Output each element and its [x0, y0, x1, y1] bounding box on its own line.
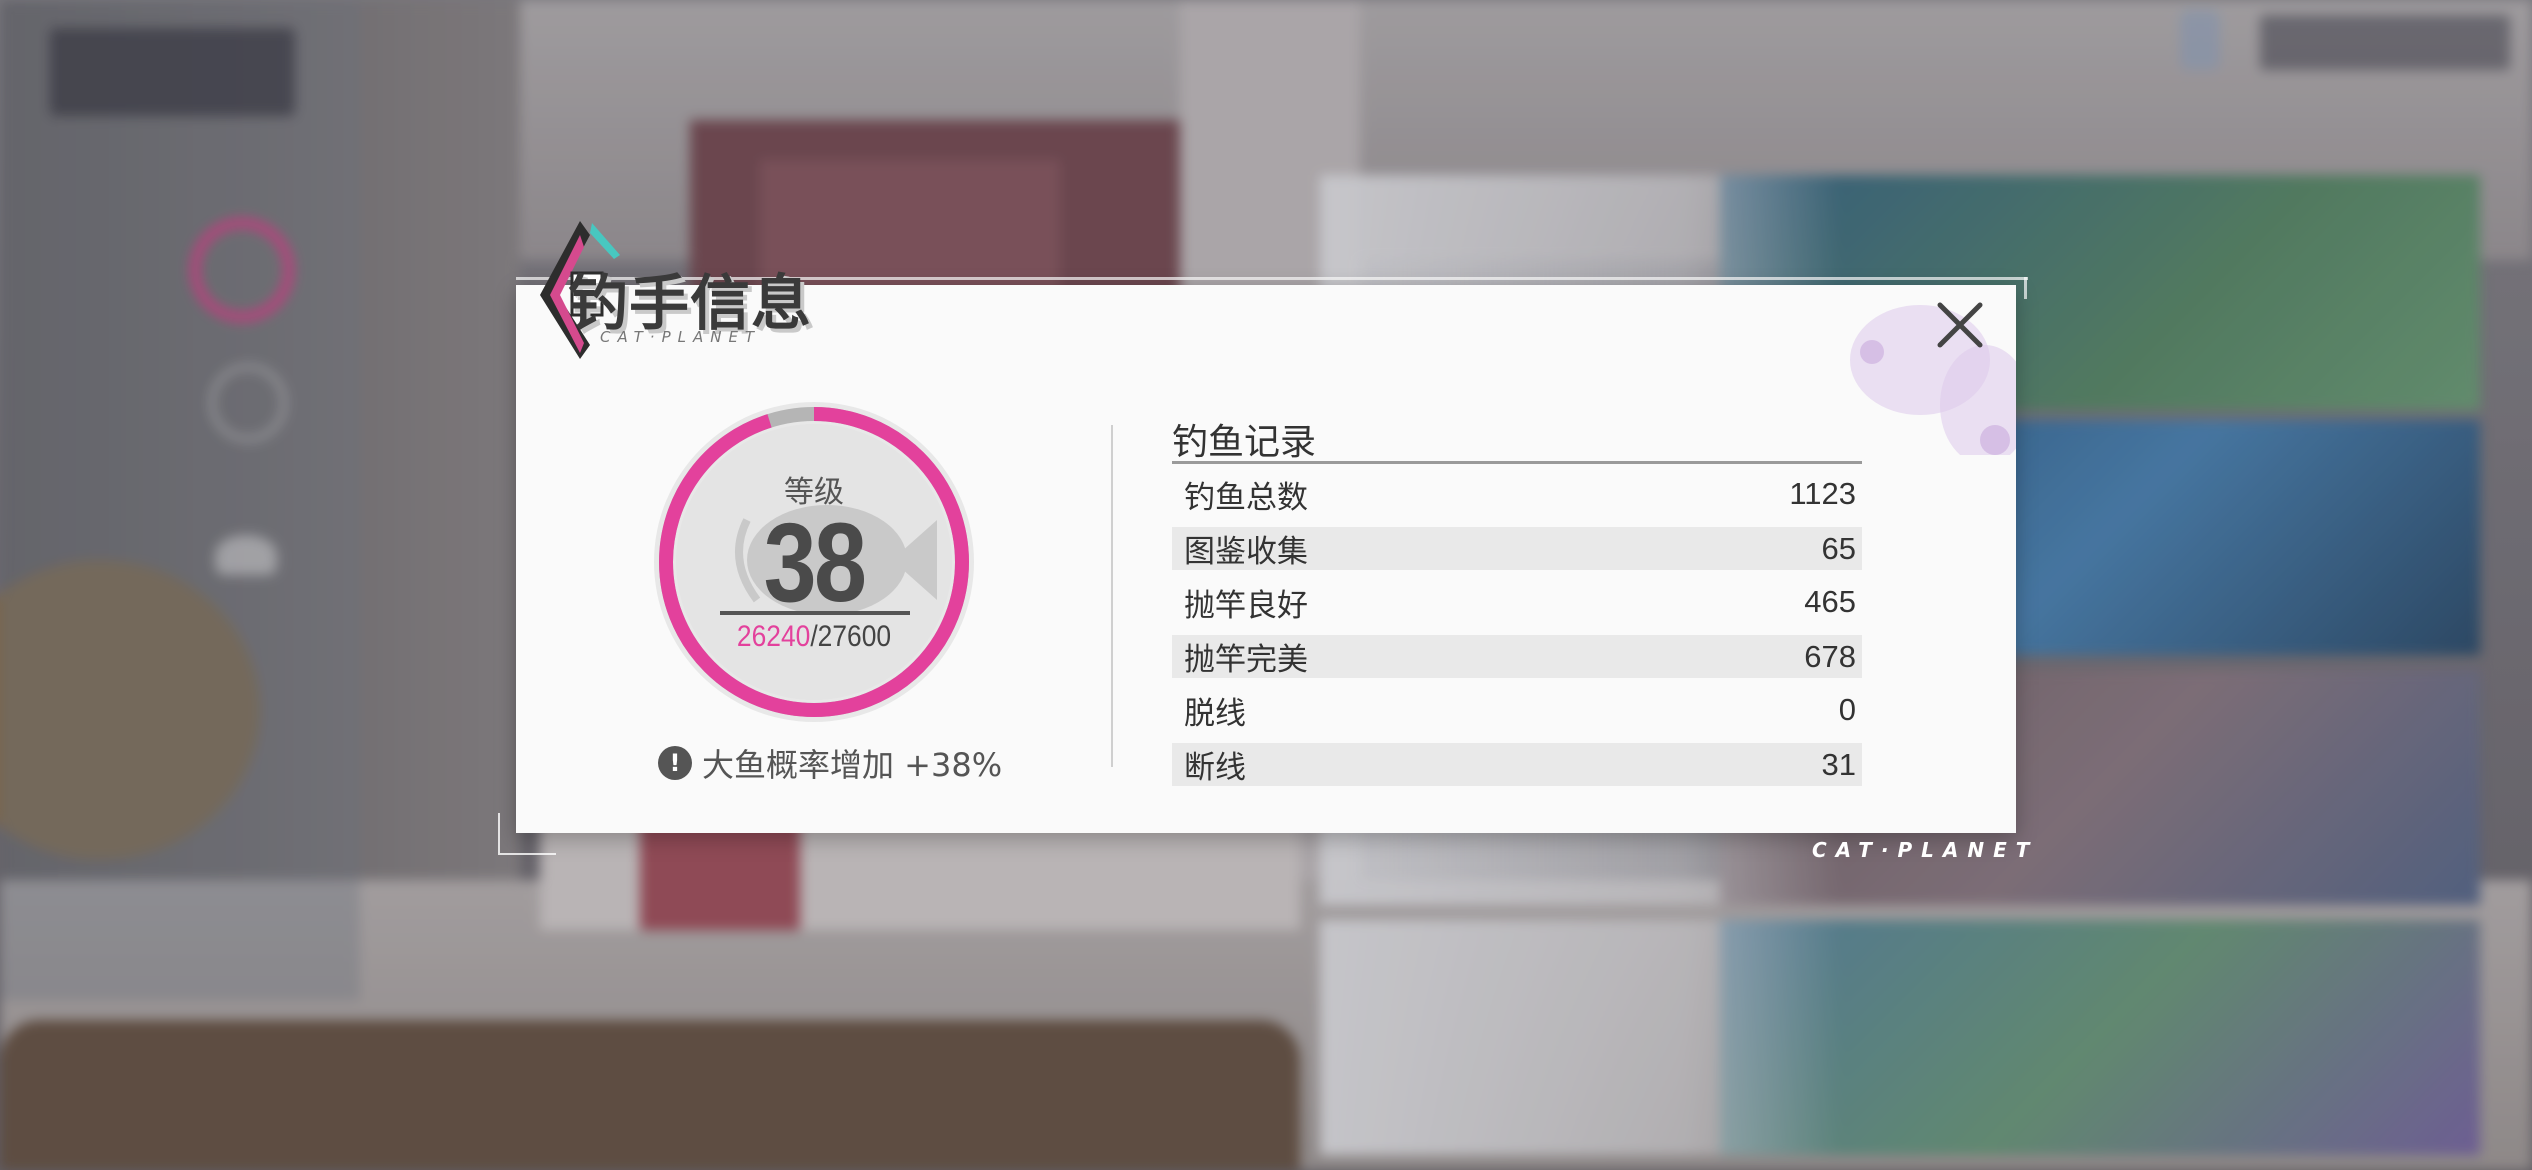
level-underline: [720, 611, 910, 615]
record-value: 678: [1804, 638, 1856, 674]
exp-max: 27600: [817, 620, 892, 653]
info-icon: !: [658, 746, 692, 780]
records-title: 钓鱼记录: [1172, 422, 1317, 463]
bonus-text: 大鱼概率增加 +38%: [702, 746, 1003, 784]
close-button[interactable]: [1930, 295, 1990, 355]
record-label: 脱线: [1184, 695, 1246, 732]
record-label: 抛竿良好: [1184, 587, 1308, 624]
record-row: 抛竿良好 465: [1172, 575, 1862, 629]
record-row: 脱线 0: [1172, 683, 1862, 737]
record-row: 图鉴收集 65: [1172, 527, 1862, 570]
bonus-info: ! 大鱼概率增加 +38%: [658, 740, 1002, 786]
exp-readout: 26240/27600: [708, 620, 919, 654]
record-value: 65: [1821, 530, 1856, 566]
section-divider: [1111, 425, 1113, 767]
record-value: 31: [1821, 746, 1856, 782]
record-label: 图鉴收集: [1184, 534, 1308, 570]
record-row: 钓鱼总数 1123: [1172, 467, 1862, 521]
brand-logo-text: CAT·PLANET: [1812, 838, 2039, 862]
record-value: 0: [1838, 692, 1856, 727]
record-label: 钓鱼总数: [1184, 479, 1308, 516]
record-label: 抛竿完美: [1184, 642, 1308, 678]
records-title-underline: [1172, 461, 1862, 464]
dialog-frame-line: [2024, 277, 2027, 299]
records-table: 钓鱼总数 1123 图鉴收集 65 抛竿良好 465 抛竿完美 678 脱线 0…: [1172, 467, 1862, 791]
level-value: 38: [763, 500, 867, 625]
record-value: 465: [1804, 584, 1856, 619]
record-value: 1123: [1789, 476, 1856, 511]
record-label: 断线: [1184, 750, 1246, 786]
record-row: 断线 31: [1172, 743, 1862, 786]
dialog-corner-mark: [498, 813, 556, 855]
record-row: 抛竿完美 678: [1172, 635, 1862, 678]
dialog-title-subtitle: CAT·PLANET: [600, 328, 762, 346]
exp-current: 26240: [736, 620, 811, 653]
close-icon: [1937, 302, 1983, 348]
